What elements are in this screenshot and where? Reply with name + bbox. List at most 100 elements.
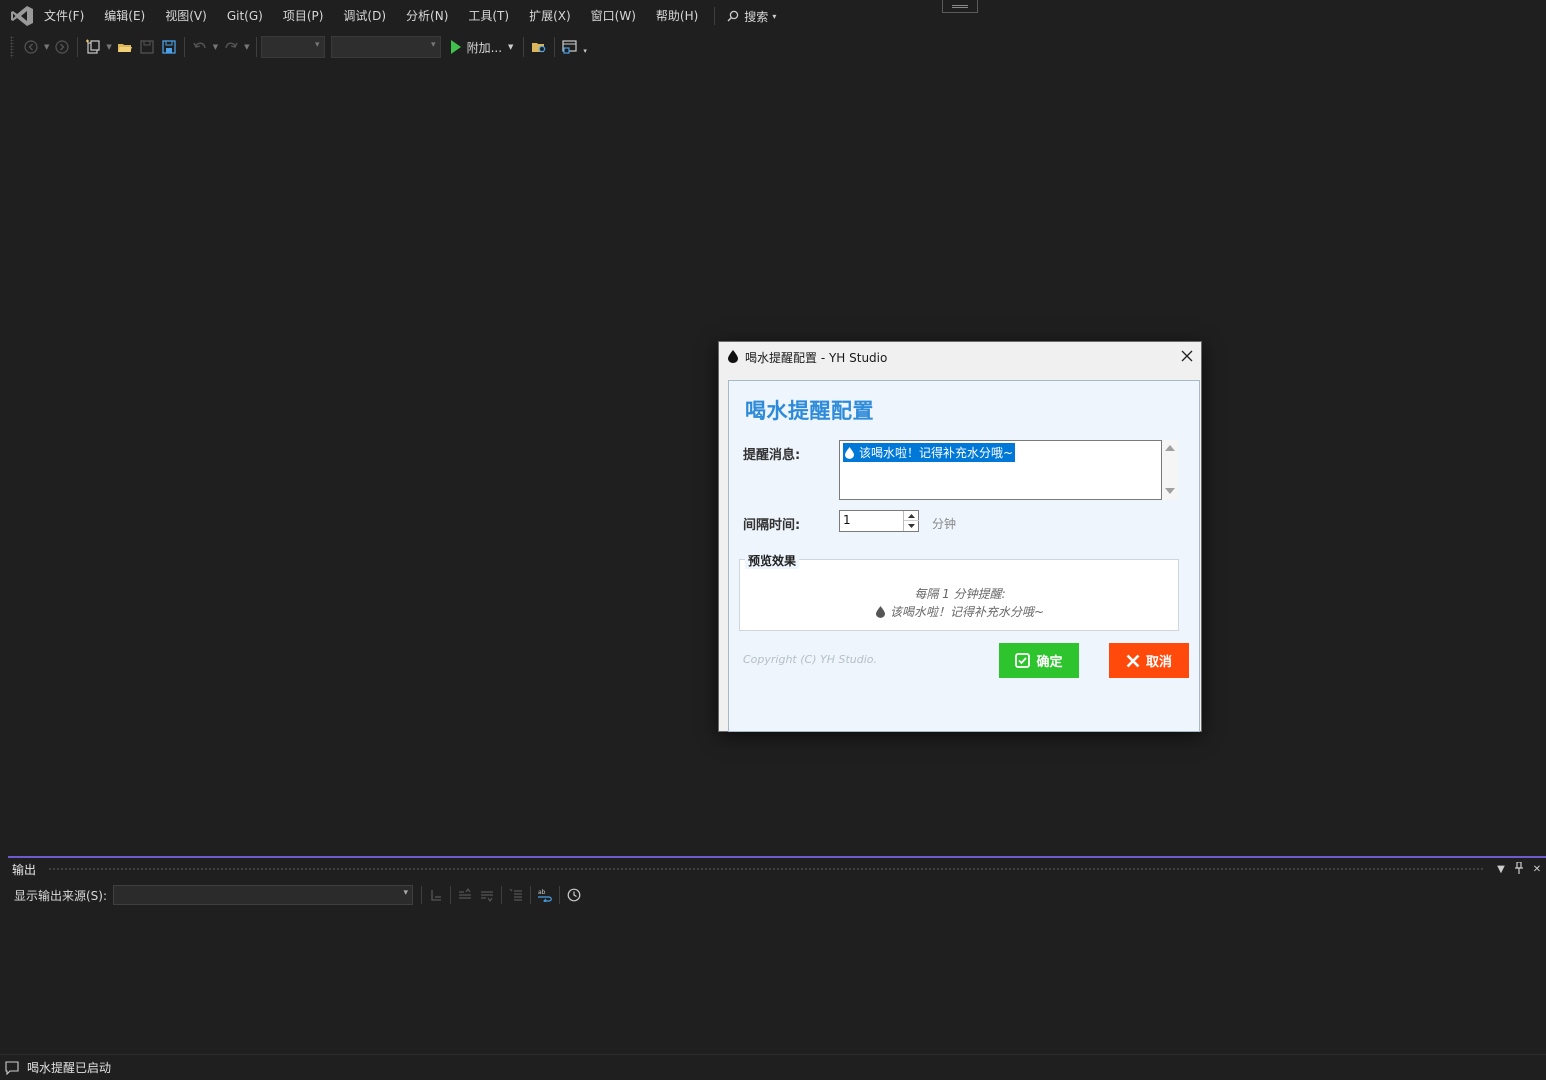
output-panel: 输出 ▼ ✕ 显示输出来源(S): ab (8, 856, 1546, 1048)
preview-group: 每隔 1 分钟提醒: 该喝水啦！记得补充水分哦~ (739, 559, 1179, 631)
new-project-icon[interactable] (82, 36, 104, 58)
menu-project[interactable]: 项目(P) (273, 0, 334, 32)
timestamp-clock-icon[interactable] (563, 884, 585, 906)
cancel-label: 取消 (1145, 655, 1172, 670)
toolbar-grip[interactable] (10, 36, 14, 58)
open-folder-icon[interactable] (114, 36, 136, 58)
find-in-files-icon[interactable] (528, 36, 550, 58)
menu-tools[interactable]: 工具(T) (458, 0, 519, 32)
menu-bar: 文件(F) 编辑(E) 视图(V) Git(G) 项目(P) 调试(D) 分析(… (0, 0, 1546, 32)
word-wrap-icon[interactable]: ab (534, 884, 556, 906)
chevron-down-icon[interactable]: ▼ (106, 43, 111, 51)
dialog-body: 喝水提醒配置 提醒消息: 该喝水啦！记得补充水分哦~ 间隔时间: 1 分钟 每隔… (728, 380, 1200, 732)
output-source-dropdown[interactable] (113, 885, 414, 905)
chevron-down-icon: ▼ (508, 43, 514, 51)
preview-message-text: 该喝水啦！记得补充水分哦~ (889, 605, 1045, 619)
menu-separator (714, 7, 716, 25)
chevron-down-icon[interactable]: ▼ (44, 43, 49, 51)
output-panel-title: 输出 (12, 862, 37, 877)
pin-icon[interactable] (1510, 860, 1528, 877)
spin-down-icon[interactable] (904, 521, 919, 531)
water-drop-icon (875, 605, 885, 618)
spin-up-icon[interactable] (904, 511, 919, 521)
message-textarea[interactable]: 该喝水啦！记得补充水分哦~ (839, 440, 1162, 500)
dialog-heading: 喝水提醒配置 (745, 399, 874, 423)
menu-file[interactable]: 文件(F) (34, 0, 94, 32)
drink-reminder-config-dialog: 喝水提醒配置 - YH Studio 喝水提醒配置 提醒消息: 该喝水啦！记得补… (718, 341, 1202, 732)
copyright-text: Copyright (C) YH Studio. (743, 653, 878, 666)
cancel-button[interactable]: 取消 (1109, 643, 1189, 678)
toolbar-separator (530, 886, 532, 904)
menu-extensions[interactable]: 扩展(X) (519, 0, 581, 32)
redo-icon[interactable] (220, 36, 242, 58)
menu-git[interactable]: Git(G) (217, 0, 273, 32)
find-message-in-code-icon[interactable] (425, 884, 447, 906)
menu-help[interactable]: 帮助(H) (646, 0, 708, 32)
toolbar-separator (255, 37, 257, 57)
search-icon (727, 10, 739, 22)
preview-legend: 预览效果 (745, 552, 800, 569)
solution-configuration-dropdown[interactable] (260, 36, 325, 58)
clear-all-icon[interactable] (505, 884, 527, 906)
run-label: 附加... (466, 40, 503, 55)
status-bar: 喝水提醒已启动 (0, 1054, 1546, 1080)
dialog-titlebar[interactable]: 喝水提醒配置 - YH Studio (719, 342, 1201, 372)
visual-studio-logo-icon[interactable] (10, 5, 34, 27)
toolbar-separator (559, 886, 561, 904)
confirm-button[interactable]: 确定 (999, 643, 1079, 678)
toolbar-separator (523, 37, 525, 57)
layout-toggle-button[interactable] (942, 0, 978, 13)
scroll-down-icon[interactable] (1165, 488, 1175, 494)
toolbar-separator (77, 37, 79, 57)
notification-icon[interactable] (5, 1060, 19, 1075)
toolbar-separator (554, 37, 556, 57)
interval-spin-buttons (903, 511, 919, 531)
play-icon (450, 40, 461, 54)
attach-run-button[interactable]: 附加... ▼ (450, 39, 516, 56)
window-layout-icon[interactable] (559, 36, 581, 58)
next-message-icon[interactable] (476, 884, 498, 906)
message-scrollbar[interactable] (1162, 440, 1178, 500)
menu-analyze[interactable]: 分析(N) (396, 0, 458, 32)
panel-grip (48, 866, 1484, 872)
toolbar-separator (450, 886, 452, 904)
status-text: 喝水提醒已启动 (27, 1061, 112, 1075)
window-position-dropdown-icon[interactable]: ▼ (1492, 864, 1510, 875)
close-icon[interactable] (1179, 348, 1195, 364)
save-icon[interactable] (136, 36, 158, 58)
output-panel-header[interactable]: 输出 ▼ ✕ (8, 858, 1546, 880)
previous-message-icon[interactable] (454, 884, 476, 906)
toolbar-overflow-icon[interactable]: ▾ (583, 47, 587, 55)
navigate-back-icon[interactable] (20, 36, 42, 58)
search-label: 搜索 (744, 9, 769, 24)
water-drop-icon (728, 350, 738, 363)
chevron-down-icon[interactable]: ▼ (213, 43, 218, 51)
solution-platform-dropdown[interactable] (330, 36, 441, 58)
message-text-selected: 该喝水啦！记得补充水分哦~ (843, 443, 1016, 462)
preview-message: 该喝水啦！记得补充水分哦~ (740, 603, 1180, 620)
chevron-down-icon: ▾ (772, 11, 777, 21)
message-value: 该喝水啦！记得补充水分哦~ (859, 446, 1014, 460)
menu-window[interactable]: 窗口(W) (581, 0, 646, 32)
chevron-down-icon[interactable]: ▼ (244, 43, 249, 51)
message-label: 提醒消息: (743, 448, 801, 463)
save-all-icon[interactable] (158, 36, 180, 58)
output-toolbar: 显示输出来源(S): ab (8, 884, 1546, 906)
dialog-title: 喝水提醒配置 - YH Studio (745, 351, 888, 365)
water-drop-icon (845, 446, 854, 459)
undo-icon[interactable] (189, 36, 211, 58)
interval-unit: 分钟 (932, 517, 957, 531)
interval-value: 1 (843, 513, 851, 527)
scroll-up-icon[interactable] (1165, 445, 1175, 451)
menu-debug[interactable]: 调试(D) (333, 0, 396, 32)
check-square-icon (1015, 653, 1031, 668)
menu-view[interactable]: 视图(V) (155, 0, 217, 32)
menu-edit[interactable]: 编辑(E) (94, 0, 155, 32)
navigate-forward-icon[interactable] (51, 36, 73, 58)
output-source-label: 显示输出来源(S): (14, 888, 108, 903)
toolbar-separator (183, 37, 185, 57)
close-icon[interactable]: ✕ (1528, 864, 1546, 875)
interval-label: 间隔时间: (743, 518, 801, 533)
search-button[interactable]: 搜索 ▾ (721, 8, 782, 25)
close-icon (1126, 654, 1140, 667)
